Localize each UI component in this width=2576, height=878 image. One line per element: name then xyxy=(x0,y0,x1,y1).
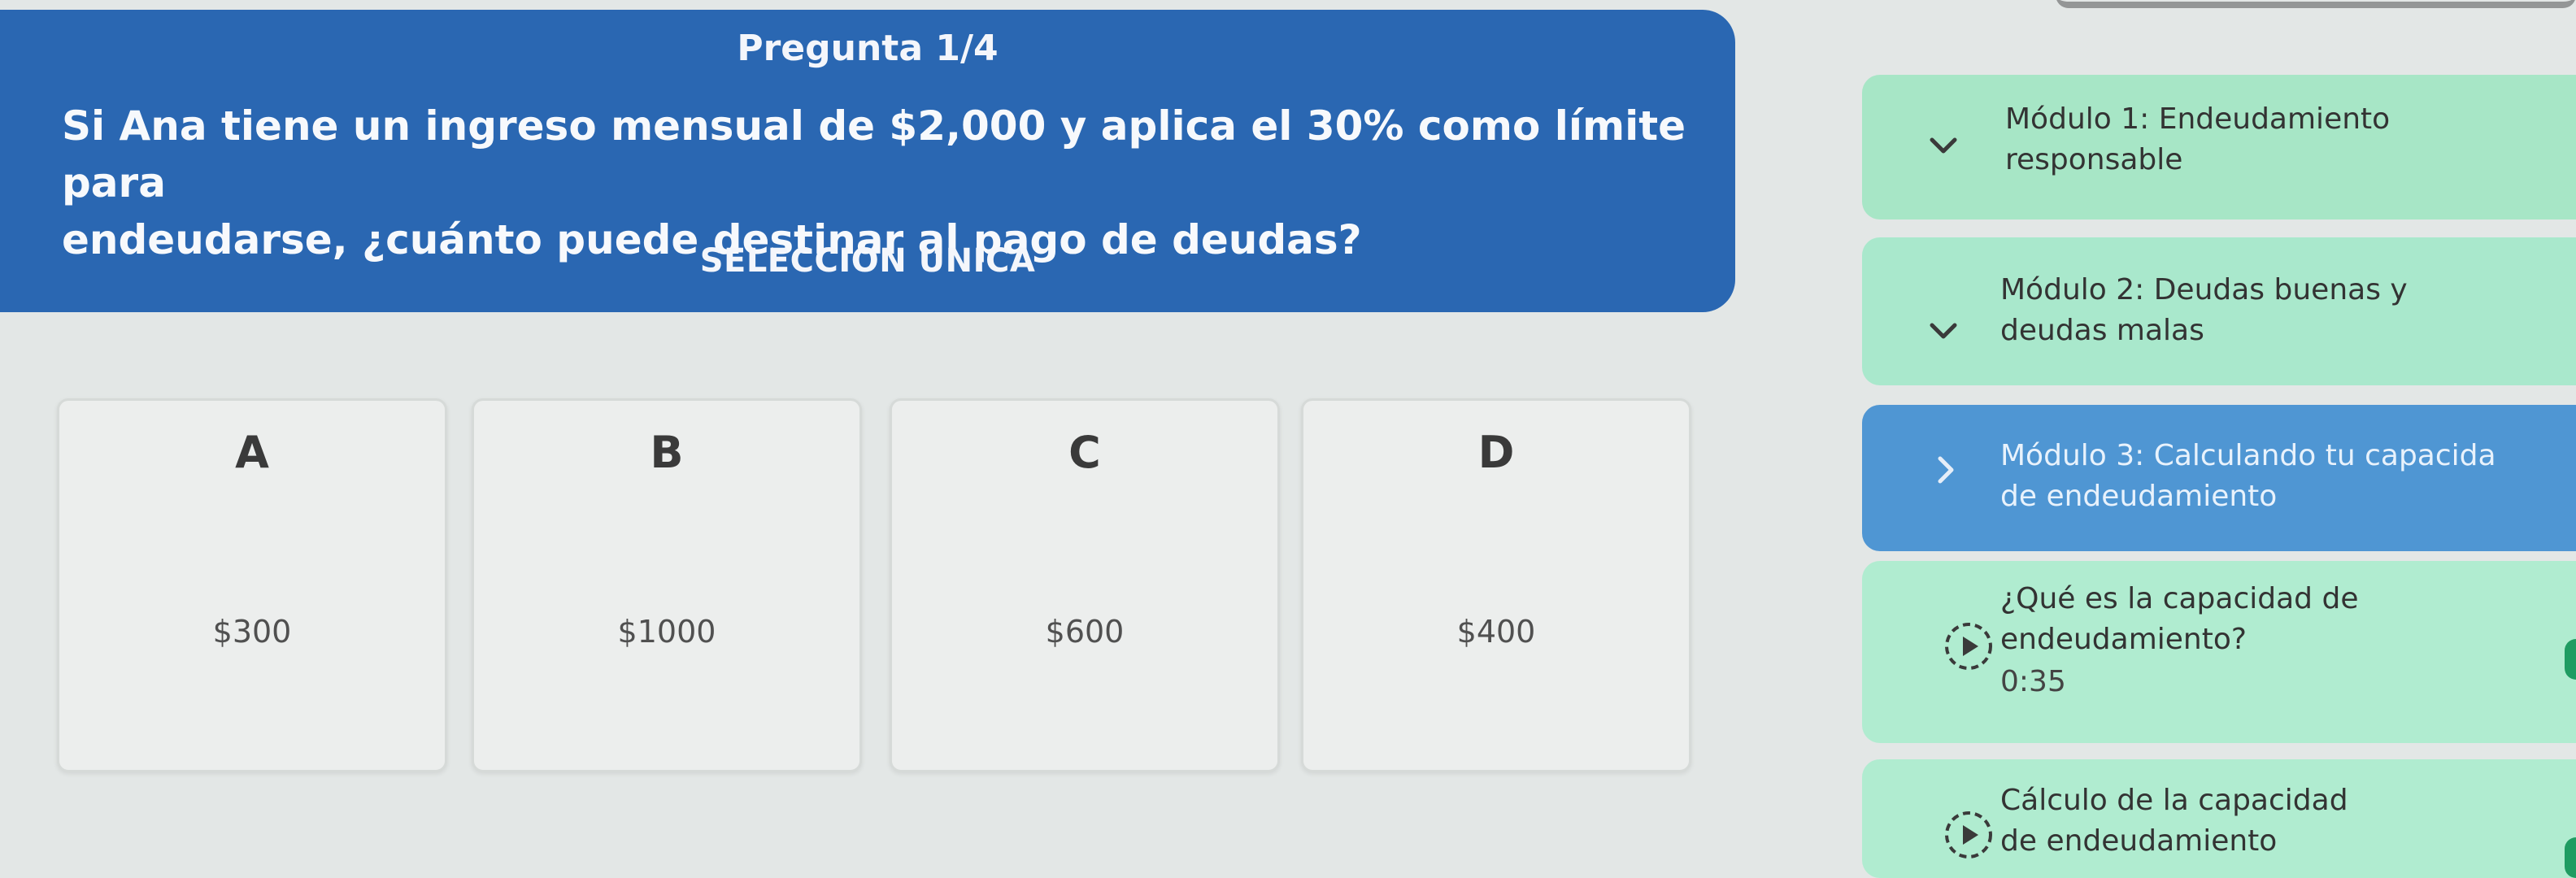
option-a-button[interactable]: A $300 xyxy=(57,398,447,772)
question-number: Pregunta 1/4 xyxy=(737,28,999,69)
module-title-line-2: deudas malas xyxy=(2000,314,2204,347)
course-sidebar: Módulo 1: Endeudamiento responsable Módu… xyxy=(1862,0,2576,878)
option-letter: B xyxy=(650,427,684,478)
question-text-line-1: Si Ana tiene un ingreso mensual de $2,00… xyxy=(62,102,1686,206)
sidebar-module-1[interactable]: Módulo 1: Endeudamiento responsable xyxy=(1862,75,2576,220)
option-letter: D xyxy=(1477,427,1515,478)
lesson-title-line-2: endeudamiento? xyxy=(2000,623,2247,656)
play-circle-icon[interactable] xyxy=(1940,618,1997,675)
quiz-page: Pregunta 1/4 Si Ana tiene un ingreso men… xyxy=(0,0,2576,878)
option-value: $1000 xyxy=(617,614,716,650)
sidebar-lesson-2[interactable]: Cálculo de la capacidad de endeudamiento xyxy=(1862,759,2576,878)
module-title: Módulo 1: Endeudamiento responsable xyxy=(2005,99,2560,180)
option-letter: A xyxy=(235,427,269,478)
answer-options: A $300 B $1000 C $600 D $400 xyxy=(0,398,1716,780)
option-d-button[interactable]: D $400 xyxy=(1301,398,1691,772)
module-title: Módulo 3: Calculando tu capacida de ende… xyxy=(2000,436,2560,517)
module-title: Módulo 2: Deudas buenas y deudas malas xyxy=(2000,270,2560,351)
lesson-title-line-1: ¿Qué es la capacidad de xyxy=(2000,582,2359,615)
sidebar-lesson-1[interactable]: ¿Qué es la capacidad de endeudamiento? 0… xyxy=(1862,561,2576,743)
play-circle-icon[interactable] xyxy=(1940,806,1997,863)
option-c-button[interactable]: C $600 xyxy=(890,398,1280,772)
lesson-title-line-1: Cálculo de la capacidad xyxy=(2000,784,2348,817)
question-type-label: SELECCION UNICA xyxy=(699,242,1036,280)
module-title-line-1: Módulo 2: Deudas buenas y xyxy=(2000,273,2408,306)
lesson-title: Cálculo de la capacidad de endeudamiento xyxy=(2000,780,2568,862)
module-title-line-1: Módulo 1: Endeudamiento xyxy=(2005,102,2391,136)
lesson-duration: 0:35 xyxy=(2000,665,2066,698)
lesson-title-line-2: de endeudamiento xyxy=(2000,824,2278,858)
option-b-button[interactable]: B $1000 xyxy=(472,398,862,772)
option-value: $600 xyxy=(1045,614,1125,650)
lesson-title: ¿Qué es la capacidad de endeudamiento? xyxy=(2000,579,2568,660)
progress-indicator xyxy=(2565,639,2576,680)
question-card: Pregunta 1/4 Si Ana tiene un ingreso men… xyxy=(0,10,1735,312)
chevron-right-icon[interactable] xyxy=(1930,454,1963,486)
chevron-down-icon[interactable] xyxy=(1927,130,1960,163)
module-title-line-2: responsable xyxy=(2005,143,2183,176)
sidebar-module-3[interactable]: Módulo 3: Calculando tu capacida de ende… xyxy=(1862,405,2576,551)
module-title-line-1: Módulo 3: Calculando tu capacida xyxy=(2000,439,2496,472)
option-value: $400 xyxy=(1456,614,1536,650)
progress-indicator xyxy=(2565,837,2576,878)
option-value: $300 xyxy=(212,614,292,650)
option-letter: C xyxy=(1068,427,1101,478)
sidebar-top-cutoff xyxy=(2056,0,2576,10)
module-title-line-2: de endeudamiento xyxy=(2000,480,2278,513)
sidebar-module-2[interactable]: Módulo 2: Deudas buenas y deudas malas xyxy=(1862,237,2576,385)
chevron-down-icon[interactable] xyxy=(1927,315,1960,348)
